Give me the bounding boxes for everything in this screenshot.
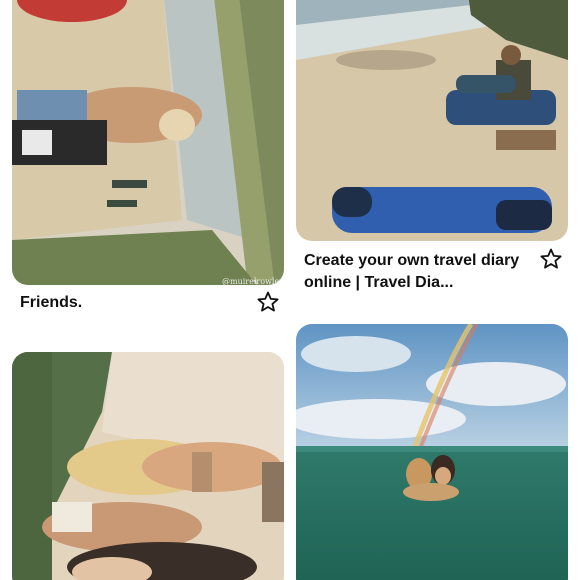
pin-card-friends[interactable]: @muirelrowley Friends. bbox=[12, 0, 284, 320]
pin-image-beach-sleeping-bag[interactable] bbox=[296, 0, 568, 241]
pin-card-beach-girls[interactable] bbox=[12, 352, 284, 580]
pin-image-beach-girls[interactable] bbox=[12, 352, 284, 580]
pin-grid: @muirelrowley Friends. Create your own t… bbox=[0, 0, 580, 580]
pin-title: Friends. bbox=[20, 294, 83, 311]
pin-image-rainbow-swim[interactable] bbox=[296, 324, 568, 580]
pin-card-rainbow-swim[interactable] bbox=[296, 324, 568, 580]
pin-card-travel-diary[interactable]: Create your own travel diary online | Tr… bbox=[296, 0, 568, 300]
pin-watermark: @muirelrowley bbox=[222, 277, 284, 286]
pin-image-friends-beach[interactable] bbox=[12, 0, 284, 285]
pin-title: Create your own travel diary online | Tr… bbox=[304, 252, 520, 291]
star-outline-icon[interactable] bbox=[539, 247, 563, 271]
star-outline-icon[interactable] bbox=[256, 290, 280, 314]
